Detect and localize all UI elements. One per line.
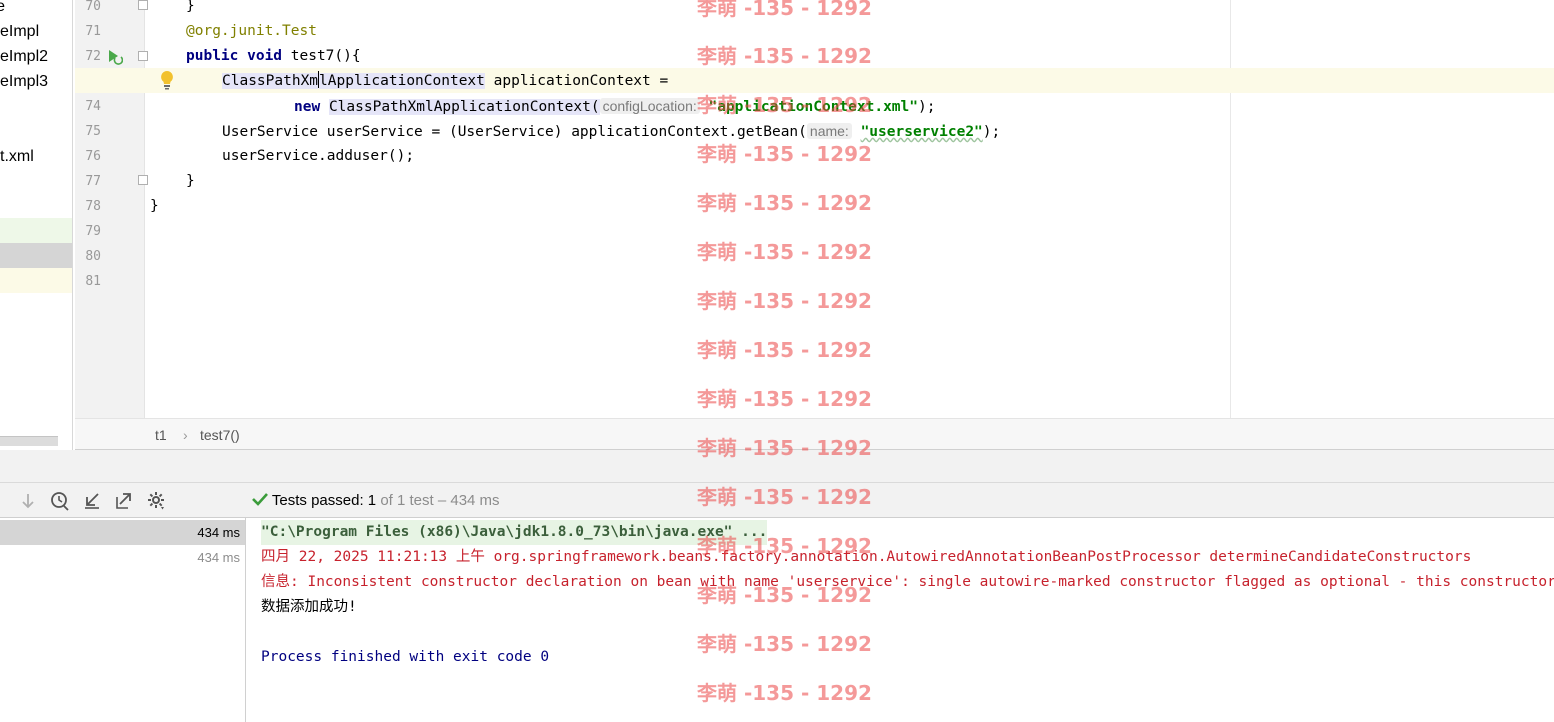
- tree-item[interactable]: t.xml: [0, 144, 72, 169]
- fold-marker-icon[interactable]: [138, 0, 148, 10]
- history-clock-icon[interactable]: [50, 491, 70, 511]
- parameter-hint: configLocation:: [599, 98, 700, 114]
- test-row[interactable]: 434 ms: [0, 520, 245, 545]
- console-command-line: "C:\Program Files (x86)\Java\jdk1.8.0_73…: [261, 520, 768, 545]
- tree-row-selected: [0, 243, 72, 268]
- console-exit-line: Process finished with exit code 0: [261, 649, 550, 665]
- breadcrumb-class[interactable]: t1: [155, 427, 167, 443]
- test-status: Tests passed: 1 of 1 test – 434 ms: [252, 492, 500, 509]
- settings-gear-icon[interactable]: [147, 491, 167, 511]
- project-tree: e eImpl eImpl2 eImpl3 t.xml: [0, 0, 73, 450]
- panel-header-strip: [0, 450, 1554, 483]
- line-number: 80: [85, 249, 101, 264]
- tree-row-highlight: [0, 218, 72, 243]
- run-toolbar: Tests passed: 1 of 1 test – 434 ms: [0, 483, 1554, 518]
- import-tests-icon[interactable]: [82, 491, 102, 511]
- tree-item[interactable]: eImpl3: [0, 69, 72, 94]
- code-line: ClassPathXmlApplicationContext applicati…: [222, 71, 669, 89]
- line-number: 79: [85, 224, 101, 239]
- line-number: 74: [85, 99, 101, 114]
- breadcrumb: t1 › test7(): [75, 418, 1554, 450]
- line-number: 78: [85, 199, 101, 214]
- tree-item[interactable]: eImpl2: [0, 44, 72, 69]
- console-log-line: 信息: Inconsistent constructor declaration…: [261, 574, 1554, 590]
- breadcrumb-separator: ›: [183, 427, 188, 443]
- line-number: 77: [85, 174, 101, 189]
- intention-bulb-icon[interactable]: [160, 70, 174, 90]
- test-results-tree: 434 ms 434 ms: [0, 518, 246, 722]
- console-log-line: 四月 22, 2025 11:21:13 上午 org.springframew…: [261, 549, 1472, 565]
- right-margin-guide: [1230, 0, 1231, 418]
- code-line: @org.junit.Test: [186, 23, 317, 39]
- code-line: public void test7(){: [186, 48, 361, 64]
- code-line: }: [150, 198, 159, 214]
- code-line: userService.adduser();: [222, 148, 415, 164]
- code-line: }: [186, 0, 195, 14]
- tree-item[interactable]: e: [0, 0, 72, 19]
- code-line: }: [186, 173, 195, 189]
- test-row[interactable]: 434 ms: [0, 545, 245, 570]
- line-number: 70: [85, 0, 101, 14]
- run-test-icon[interactable]: [105, 47, 123, 65]
- code-line: UserService userService = (UserService) …: [222, 123, 1001, 140]
- console-output-line: 数据添加成功!: [261, 599, 357, 615]
- code-line: new ClassPathXmlApplicationContext(confi…: [294, 98, 936, 115]
- check-icon: [252, 493, 268, 506]
- export-tests-icon[interactable]: [114, 491, 134, 511]
- line-number: 75: [85, 124, 101, 139]
- arrow-down-icon[interactable]: [18, 491, 38, 511]
- parameter-hint: name:: [806, 123, 852, 139]
- line-number: 76: [85, 149, 101, 164]
- console-output[interactable]: "C:\Program Files (x86)\Java\jdk1.8.0_73…: [247, 518, 1554, 722]
- tree-scrollbar[interactable]: [0, 436, 58, 446]
- fold-marker-icon[interactable]: [138, 51, 148, 61]
- tree-item[interactable]: eImpl: [0, 19, 72, 44]
- breadcrumb-method[interactable]: test7(): [200, 427, 240, 443]
- line-number: 71: [85, 24, 101, 39]
- line-number: 81: [85, 274, 101, 289]
- line-number: 72: [85, 49, 101, 64]
- tree-row-current: [0, 268, 72, 293]
- fold-marker-icon[interactable]: [138, 175, 148, 185]
